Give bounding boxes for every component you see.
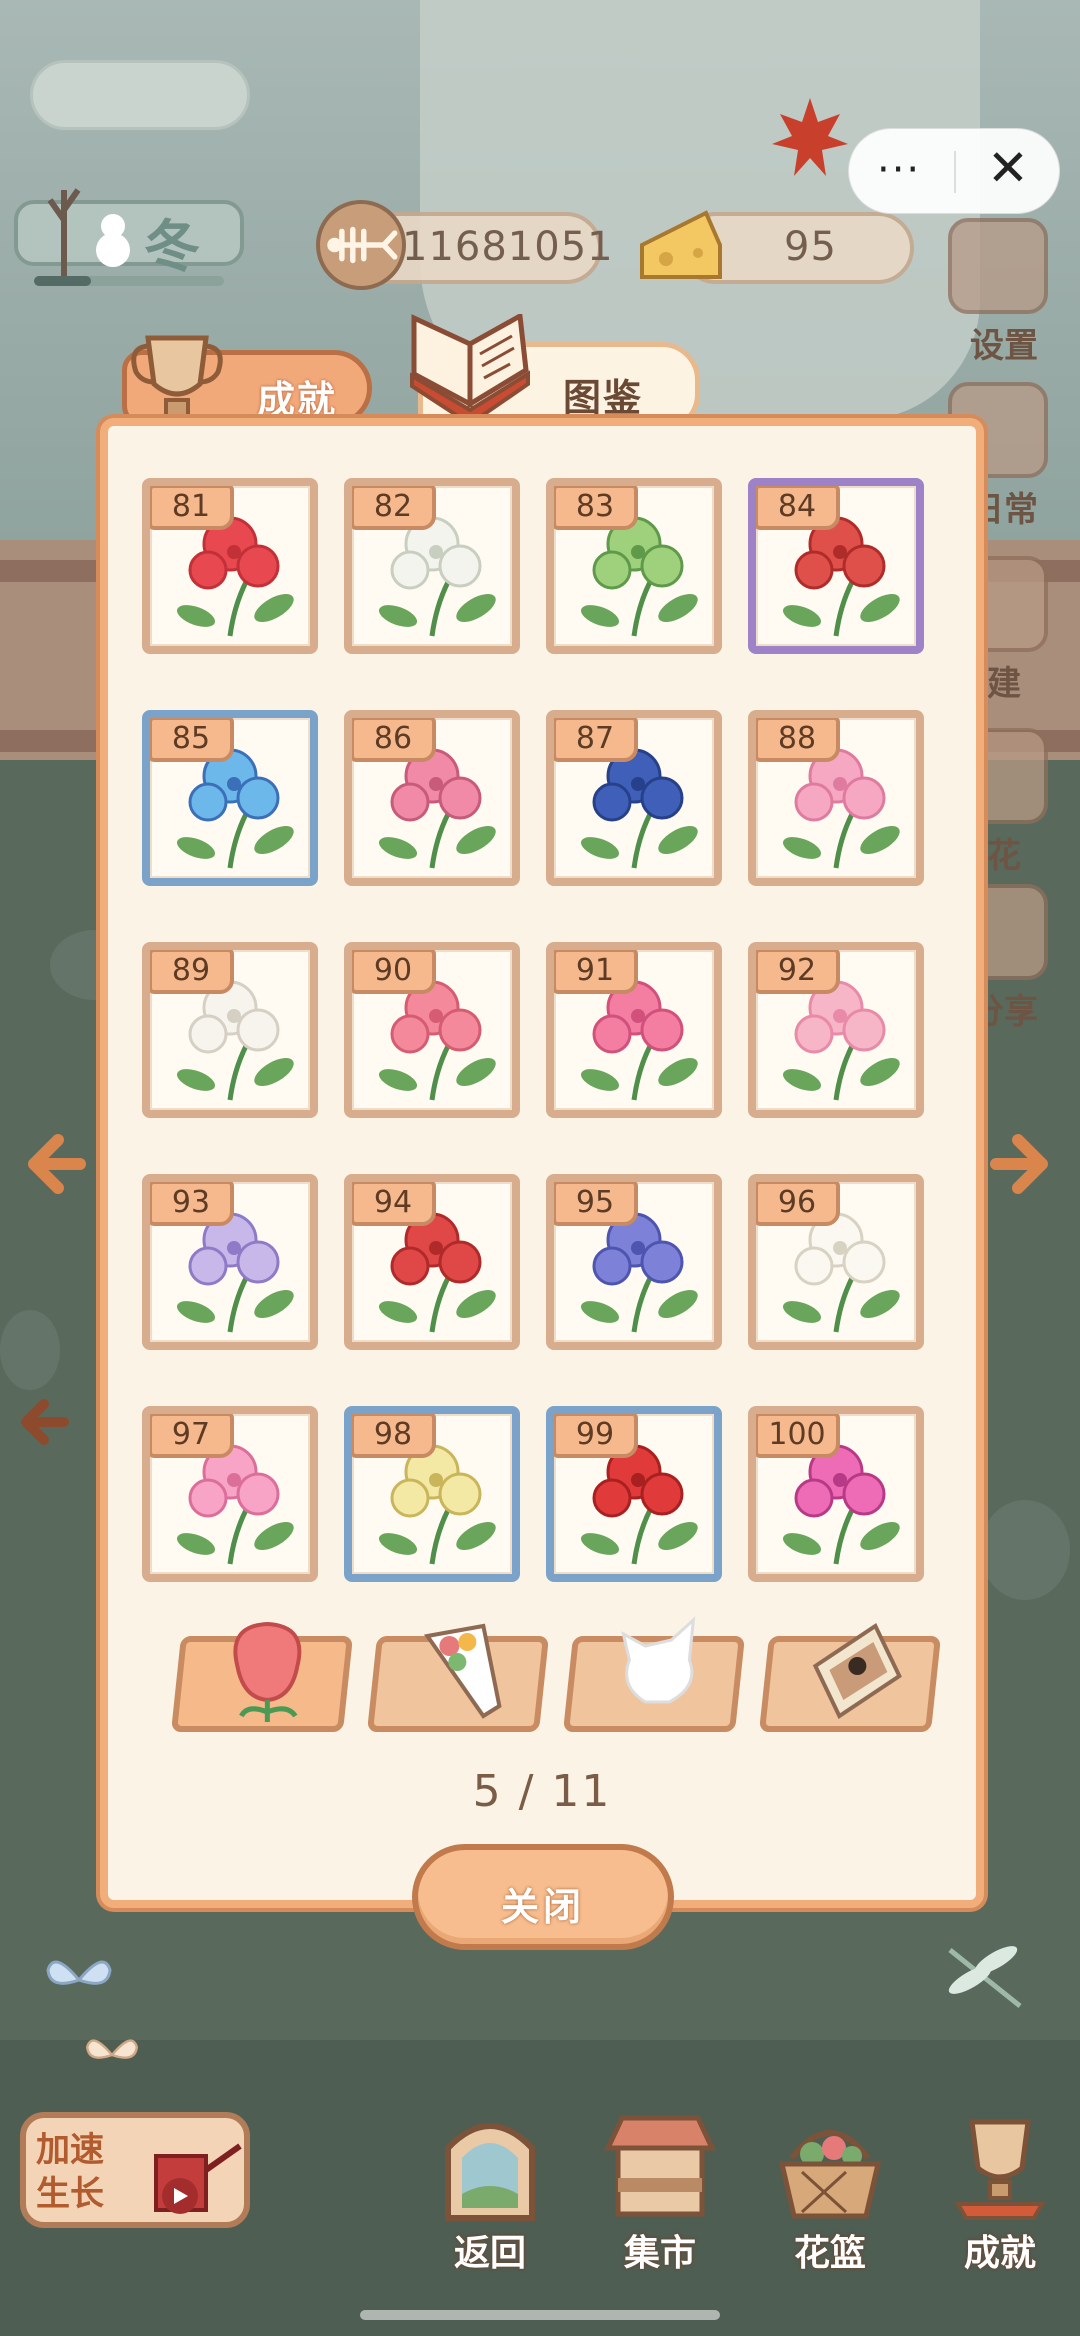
tab-catalog-label: 图鉴 — [563, 376, 644, 420]
speed-up-label: 加速生长 — [36, 2130, 104, 2214]
maple-leaf-icon — [772, 98, 848, 176]
flower-card[interactable]: 90 — [344, 942, 520, 1118]
side-button-settings[interactable]: 设置 — [948, 218, 1060, 367]
watering-can-icon — [154, 2143, 242, 2214]
flower-card[interactable]: 88 — [748, 710, 924, 886]
flower-card[interactable]: 98 — [344, 1406, 520, 1582]
category-single-flower-button[interactable] — [170, 1621, 354, 1732]
tab-achievement-label: 成就 — [257, 378, 338, 422]
season-progress-bar — [34, 276, 224, 286]
snowy-tree-icon — [47, 188, 81, 280]
basket-icon — [778, 2130, 882, 2219]
flower-card-number: 93 — [150, 1182, 234, 1226]
paper-icon — [621, 1616, 696, 1704]
flower-card-number: 82 — [352, 486, 436, 530]
category-wrap-button[interactable] — [562, 1616, 746, 1732]
flower-card[interactable]: 100 — [748, 1406, 924, 1582]
page-indicator: 5 / 11 — [472, 1766, 612, 1817]
trophy-icon — [954, 2119, 1046, 2220]
more-options-button[interactable]: ··· — [877, 147, 921, 193]
flower-card-number: 83 — [554, 486, 638, 530]
butterfly-icon — [46, 1960, 112, 1985]
postcard-icon — [812, 1623, 902, 1719]
fish-currency-value: 11681051 — [402, 224, 614, 270]
flower-card[interactable]: 81 — [142, 478, 318, 654]
flower-card[interactable]: 95 — [546, 1174, 722, 1350]
nav-achievement-button[interactable]: 成就 — [942, 2108, 1058, 2276]
previous-page-arrow-icon[interactable] — [20, 1124, 100, 1223]
flower-card[interactable]: 99 — [546, 1406, 722, 1582]
flower-card-number: 94 — [352, 1182, 436, 1226]
season-indicator[interactable]: 冬 — [14, 170, 244, 290]
category-bouquet-button[interactable] — [366, 1623, 550, 1732]
flower-card-number: 98 — [352, 1414, 436, 1458]
dragonfly-icon — [948, 1946, 1022, 2008]
flower-card-number: 96 — [756, 1182, 840, 1226]
flower-card[interactable]: 91 — [546, 942, 722, 1118]
flower-card[interactable]: 83 — [546, 478, 722, 654]
flower-card-number: 87 — [554, 718, 638, 762]
scene-back-arrow-icon[interactable] — [14, 1390, 78, 1470]
background-stone — [0, 1310, 60, 1390]
flower-card-number: 92 — [756, 950, 840, 994]
cheese-icon — [640, 210, 722, 279]
gear-icon — [948, 218, 1048, 314]
nav-achievement-label: 成就 — [963, 2233, 1036, 2274]
flower-card-number: 88 — [756, 718, 840, 762]
season-progress-fill — [34, 276, 91, 286]
close-button[interactable]: 关闭 — [412, 1844, 674, 1950]
nav-market-button[interactable]: 集市 — [602, 2108, 718, 2276]
catalog-panel: 81 82 83 84 85 86 87 88 89 90 91 92 93 94 95 96 97 98 99 10… — [100, 418, 984, 1908]
flower-card-number: 99 — [554, 1414, 638, 1458]
flower-card[interactable]: 85 — [142, 710, 318, 886]
snowman-icon — [96, 214, 130, 267]
flower-card[interactable]: 94 — [344, 1174, 520, 1350]
nav-back-label: 返回 — [453, 2233, 526, 2274]
flower-card[interactable]: 84 — [748, 478, 924, 654]
exit-button[interactable]: ✕ — [987, 139, 1029, 197]
flower-card[interactable]: 82 — [344, 478, 520, 654]
next-page-arrow-icon[interactable] — [976, 1124, 1056, 1223]
flower-card-number: 84 — [756, 486, 840, 530]
home-indicator — [360, 2310, 720, 2320]
window-icon — [445, 2123, 535, 2221]
flower-card-number: 100 — [756, 1414, 840, 1458]
butterfly-icon — [85, 2039, 139, 2059]
nav-market-label: 集市 — [623, 2233, 696, 2274]
flower-card-number: 97 — [150, 1414, 234, 1458]
season-label: 冬 — [144, 215, 202, 280]
flower-card-number: 90 — [352, 950, 436, 994]
flower-card[interactable]: 97 — [142, 1406, 318, 1582]
flower-card[interactable]: 87 — [546, 710, 722, 886]
nav-back-button[interactable]: 返回 — [432, 2108, 548, 2276]
side-button-label: 设置 — [970, 326, 1038, 366]
mini-program-capsule: ··· ✕ — [848, 128, 1060, 214]
flower-card-number: 86 — [352, 718, 436, 762]
close-button-label: 关闭 — [500, 1885, 585, 1929]
flower-card-number: 89 — [150, 950, 234, 994]
flower-card-number: 95 — [554, 1182, 638, 1226]
flower-card[interactable]: 89 — [142, 942, 318, 1118]
speed-up-growth-button[interactable]: 加速生长 — [20, 2112, 250, 2228]
rose-icon — [233, 1621, 302, 1722]
flower-card-number: 91 — [554, 950, 638, 994]
nav-basket-button[interactable]: 花篮 — [772, 2108, 888, 2276]
category-card-button[interactable] — [758, 1623, 942, 1732]
bouquet-icon — [423, 1623, 502, 1719]
market-stall-icon — [604, 2115, 716, 2217]
flower-card[interactable]: 92 — [748, 942, 924, 1118]
flower-card[interactable]: 96 — [748, 1174, 924, 1350]
nav-basket-label: 花篮 — [793, 2233, 866, 2274]
flower-card-number: 81 — [150, 486, 234, 530]
open-book-icon — [410, 314, 530, 427]
flower-card[interactable]: 86 — [344, 710, 520, 886]
flower-card[interactable]: 93 — [142, 1174, 318, 1350]
capsule-divider — [954, 151, 956, 193]
fish-bone-icon — [316, 200, 406, 290]
background-cloud — [30, 60, 250, 130]
flower-card-number: 85 — [150, 718, 234, 762]
cheese-currency-value: 95 — [784, 224, 837, 270]
background-stone — [980, 1500, 1070, 1600]
